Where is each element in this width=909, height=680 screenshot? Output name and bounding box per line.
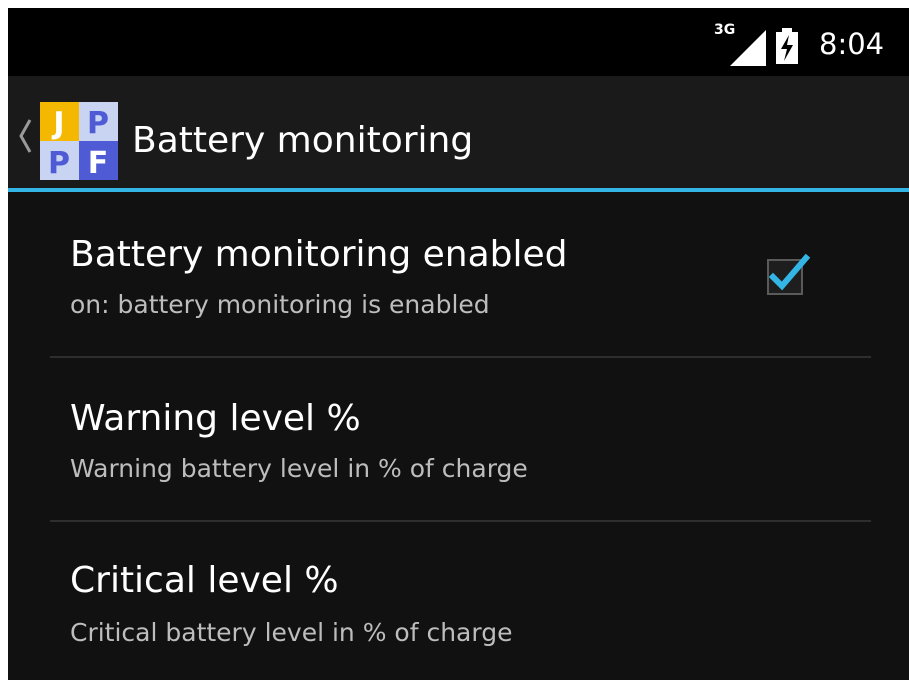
pref-title: Battery monitoring enabled bbox=[70, 234, 568, 275]
pref-title: Critical level % bbox=[70, 560, 339, 601]
status-bar: 3G 8:04 bbox=[8, 8, 909, 76]
action-bar[interactable]: J P P F Battery monitoring bbox=[8, 76, 909, 188]
pref-summary: Critical battery level in % of charge bbox=[70, 618, 513, 647]
pref-summary: on: battery monitoring is enabled bbox=[70, 290, 490, 319]
battery-charging-icon bbox=[776, 28, 798, 64]
status-time: 8:04 bbox=[819, 27, 885, 61]
pref-battery-monitoring-enabled[interactable]: Battery monitoring enabled on: battery m… bbox=[50, 192, 871, 356]
up-caret-icon[interactable] bbox=[18, 116, 32, 156]
logo-letter-f: F bbox=[88, 146, 109, 180]
app-logo-icon[interactable]: J P P F bbox=[40, 102, 118, 180]
page-title: Battery monitoring bbox=[132, 120, 474, 161]
logo-letter-j: J bbox=[51, 106, 64, 141]
pref-critical-level[interactable]: Critical level % Critical battery level … bbox=[50, 522, 871, 680]
device-screen: 3G 8:04 J P P F Battery monitoring Batte… bbox=[8, 8, 909, 680]
logo-letter-p1: P bbox=[87, 106, 109, 141]
pref-warning-level[interactable]: Warning level % Warning battery level in… bbox=[50, 358, 871, 522]
pref-summary: Warning battery level in % of charge bbox=[70, 454, 528, 483]
pref-title: Warning level % bbox=[70, 398, 361, 439]
logo-letter-p2: P bbox=[48, 146, 70, 180]
checkbox-checked-icon[interactable] bbox=[764, 250, 812, 298]
signal-icon bbox=[730, 30, 766, 66]
